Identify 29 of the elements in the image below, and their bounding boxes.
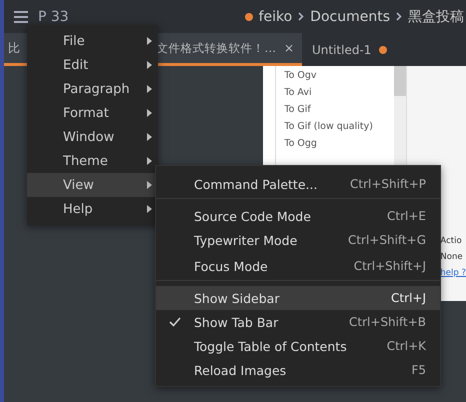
menu-label: Source Code Mode bbox=[194, 208, 312, 224]
menu-label: Format bbox=[63, 106, 109, 120]
menu-label: Help bbox=[63, 202, 93, 216]
menu-label: Theme bbox=[63, 154, 108, 168]
menu-label: Show Tab Bar bbox=[194, 314, 280, 330]
menu-label: Edit bbox=[63, 58, 88, 72]
tab-label: Untitled-1 bbox=[312, 42, 372, 56]
shortcut-text: Ctrl+K bbox=[386, 339, 426, 353]
menu-label: Command Palette... bbox=[194, 176, 318, 192]
shortcut-text: Ctrl+Shift+J bbox=[354, 259, 426, 273]
shortcut-text: Ctrl+E bbox=[387, 209, 426, 223]
menu-label: Focus Mode bbox=[194, 258, 269, 274]
menu-label: Toggle Table of Contents bbox=[194, 338, 348, 354]
menu-label: File bbox=[63, 34, 85, 48]
menu-label: Paragraph bbox=[63, 82, 130, 96]
shortcut-text: Ctrl+J bbox=[391, 291, 426, 305]
menu-label: Window bbox=[63, 130, 114, 144]
window-title: P 33 bbox=[38, 8, 69, 24]
table-cell-text: None bbox=[440, 252, 464, 262]
menu-label: Typewriter Mode bbox=[194, 232, 298, 248]
shortcut-text: Ctrl+Shift+P bbox=[350, 177, 426, 191]
shortcut-text: Ctrl+Shift+B bbox=[349, 315, 426, 329]
shortcut-text: F5 bbox=[411, 363, 426, 377]
menu-label: Reload Images bbox=[194, 362, 288, 378]
tab-label: 比 bbox=[8, 40, 20, 56]
shortcut-text: Ctrl+Shift+G bbox=[348, 233, 426, 247]
table-cell-text: Actio bbox=[440, 236, 463, 246]
menu-label: View bbox=[63, 178, 94, 192]
menu-label: Show Sidebar bbox=[194, 290, 280, 306]
